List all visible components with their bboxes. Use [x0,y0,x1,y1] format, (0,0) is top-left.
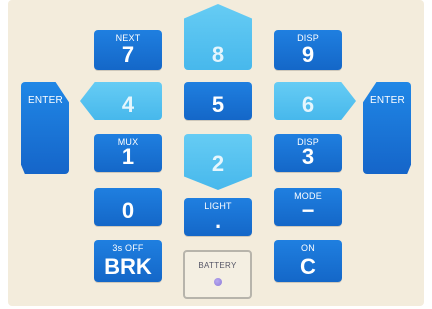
key-minus-label: − [301,198,315,223]
key-3-disp[interactable]: DISP 3 [274,134,342,172]
key-4-left[interactable]: 4 [80,82,162,120]
battery-indicator: BATTERY [183,250,252,299]
key-8-up[interactable]: 8 [184,4,252,70]
key-9-label: 9 [301,42,315,67]
key-2-down[interactable]: 2 [184,134,252,190]
key-7-next[interactable]: NEXT 7 [94,30,162,70]
keypad-panel: NEXT 7 8 DISP 9 4 5 6 MUX 1 2 DISP 3 0 L… [8,0,424,306]
key-3-label: 3 [301,144,315,169]
key-1-mux[interactable]: MUX 1 [94,134,162,172]
key-8-label: 8 [211,42,225,67]
key-7-label: 7 [121,42,135,67]
key-brk-sublabel: 3s OFF [112,243,144,253]
key-dot-light[interactable]: LIGHT . [184,198,252,236]
key-4-label: 4 [121,92,135,117]
key-2-label: 2 [211,151,225,176]
key-c-label: C [300,254,316,279]
key-9-disp[interactable]: DISP 9 [274,30,342,70]
enter-right-label: ENTER [370,95,405,106]
key-6-label: 6 [301,92,315,117]
battery-led-icon [214,278,222,286]
key-c-sublabel: ON [301,243,315,253]
key-6-right[interactable]: 6 [274,82,356,120]
key-1-label: 1 [121,144,135,169]
key-brk-label: BRK [104,254,152,279]
key-0-label: 0 [121,198,135,223]
key-5[interactable]: 5 [184,82,252,120]
battery-label: BATTERY [198,261,237,270]
key-minus-mode[interactable]: MODE − [274,188,342,226]
key-c-on[interactable]: ON C [274,240,342,282]
key-brk-off[interactable]: 3s OFF BRK [94,240,162,282]
key-5-label: 5 [211,92,225,117]
key-dot-label: . [214,208,222,233]
enter-left-label: ENTER [28,95,63,106]
key-0[interactable]: 0 [94,188,162,226]
